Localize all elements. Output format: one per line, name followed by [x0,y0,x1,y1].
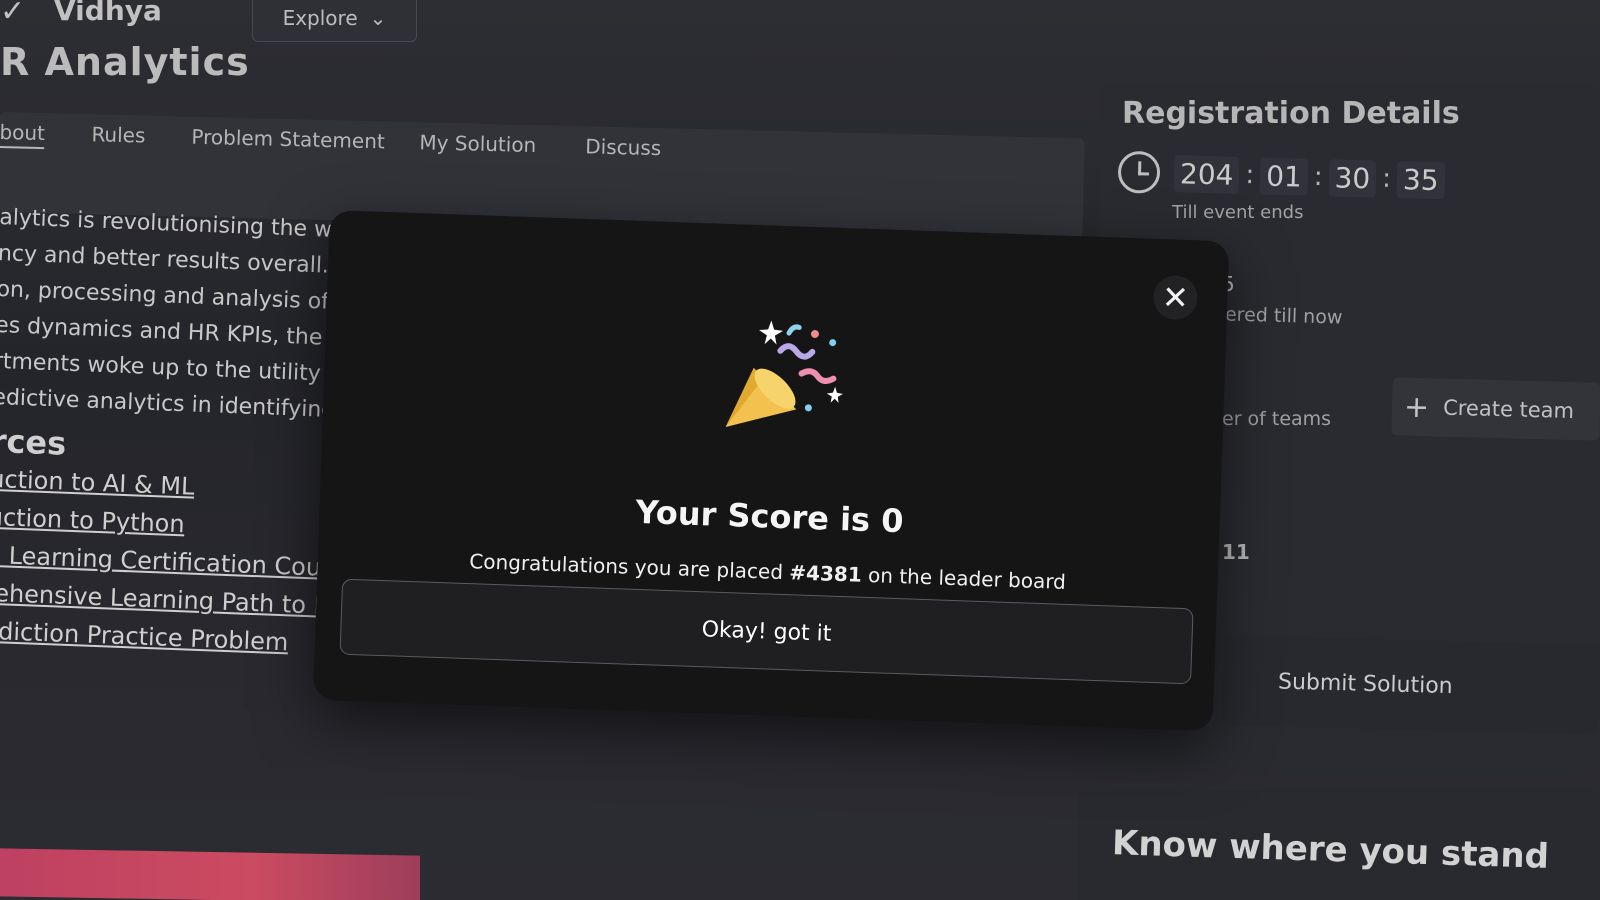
close-icon[interactable]: ✕ [1152,274,1199,321]
okay-button-label: Okay! got it [701,616,832,647]
congrats-suffix: on the leader board [861,562,1067,594]
okay-got-it-button[interactable]: Okay! got it [339,578,1194,685]
score-modal: ✕ Your Score is 0 Congratulations you ar… [312,210,1230,732]
congrats-prefix: Congratulations you are placed [468,549,790,585]
score-title: Your Score is 0 [635,492,905,541]
leaderboard-rank: #4381 [788,560,863,587]
party-popper-icon [725,320,843,427]
